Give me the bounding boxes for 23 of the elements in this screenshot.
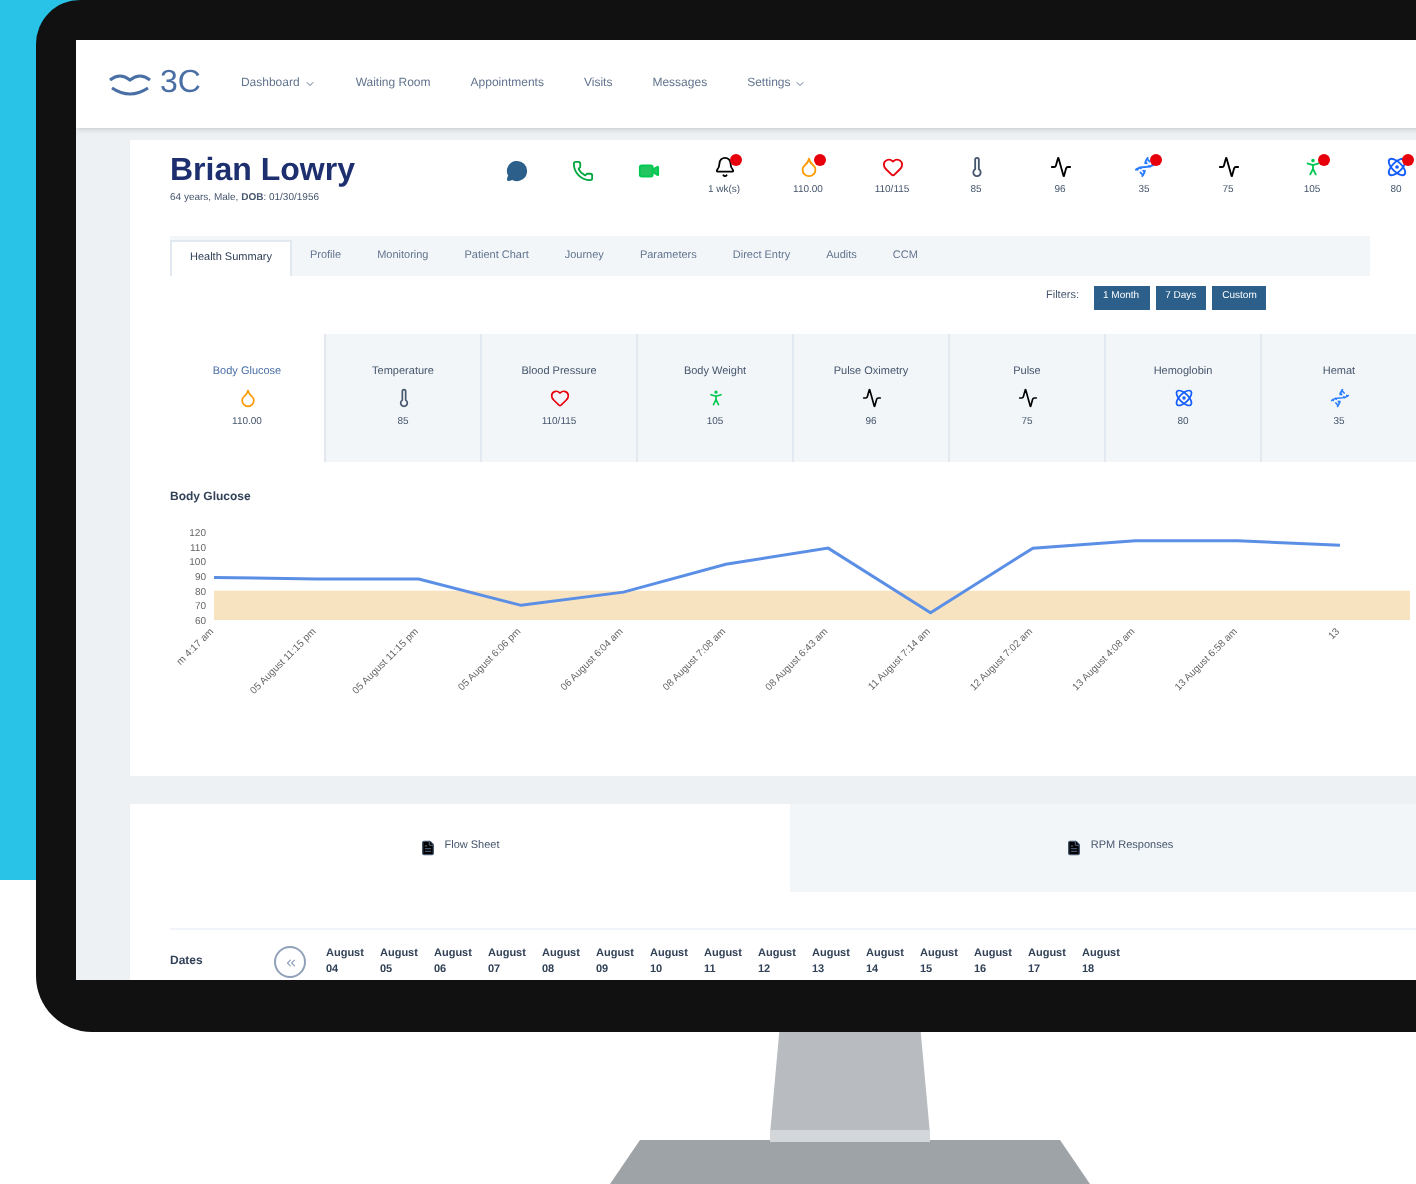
document-icon	[1066, 839, 1083, 855]
document-icon	[420, 839, 437, 855]
pulse-icon	[861, 387, 881, 408]
phone-icon[interactable]	[572, 160, 594, 182]
pulse-icon	[1217, 156, 1239, 178]
previous-button[interactable]	[274, 946, 306, 979]
bell-icon	[713, 156, 735, 178]
video-icon[interactable]	[638, 160, 660, 182]
droplet-icon	[237, 387, 257, 408]
heart-icon	[881, 156, 903, 178]
person-icon	[705, 387, 725, 408]
chevrons-left-icon	[283, 955, 297, 970]
atom-icon	[1173, 387, 1193, 408]
logo-icon	[108, 72, 152, 96]
logo-text: 3C	[160, 64, 201, 104]
pulse-icon	[1049, 156, 1071, 178]
patient-name: Brian Lowry	[170, 152, 357, 192]
person-icon	[1301, 156, 1323, 178]
droplet-icon	[797, 156, 819, 178]
pulse-icon	[1017, 387, 1037, 408]
chat-icon[interactable]	[506, 160, 528, 182]
heart-icon	[549, 387, 569, 408]
atom-icon	[1385, 156, 1407, 178]
